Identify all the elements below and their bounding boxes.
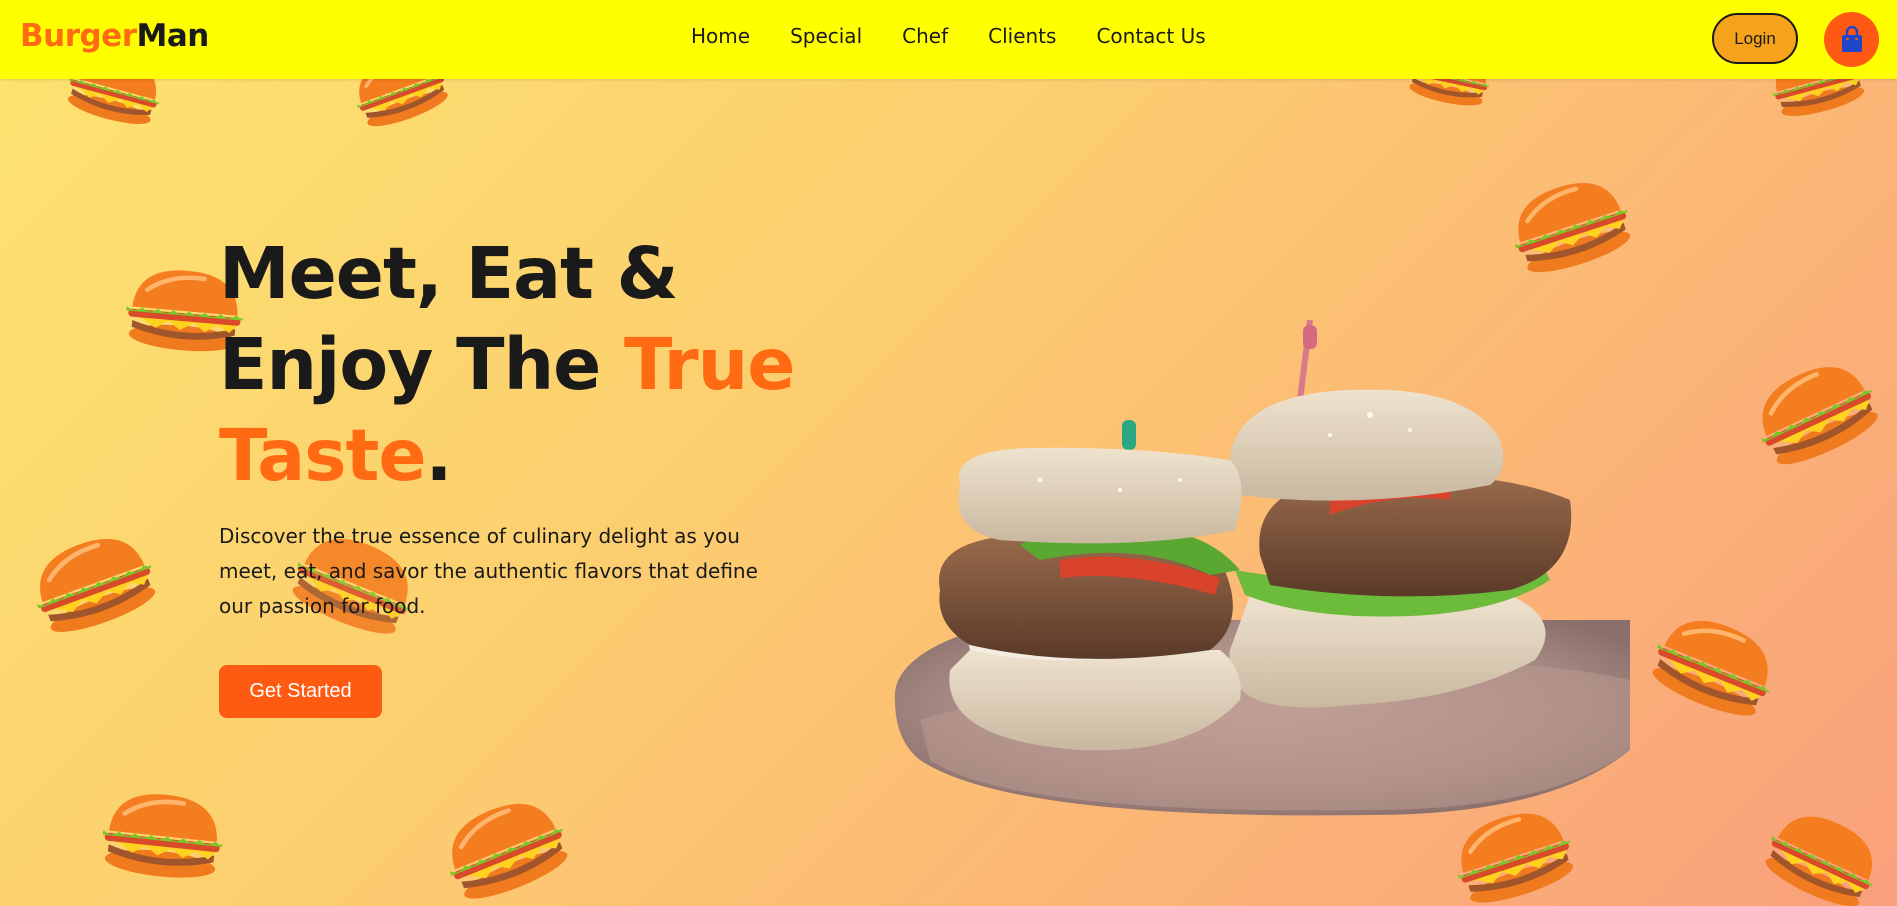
nav-link-chef[interactable]: Chef — [902, 24, 948, 48]
burger-icon — [102, 794, 223, 878]
burger-icon — [449, 804, 568, 899]
brand-name-part2: Man — [136, 18, 210, 54]
brand-logo[interactable]: BurgerMan — [20, 18, 209, 54]
hero-heading: Meet, Eat & Enjoy The True Taste. — [219, 228, 795, 501]
login-button[interactable]: Login — [1712, 13, 1798, 64]
burger-icon — [1761, 367, 1878, 465]
nav-link-contact-us[interactable]: Contact Us — [1096, 24, 1205, 48]
burger-plate-image — [894, 320, 1630, 816]
burger-icon — [1514, 183, 1631, 273]
nav-link-home[interactable]: Home — [691, 24, 750, 48]
burger-icon — [37, 538, 156, 632]
get-started-button[interactable]: Get Started — [219, 665, 382, 718]
shopping-bag-icon — [1841, 25, 1862, 52]
cart-button[interactable] — [1824, 12, 1879, 67]
hero-line-1: Meet, Eat & — [219, 232, 679, 315]
hero-period: . — [425, 414, 453, 497]
burger-icon — [1457, 813, 1574, 903]
main-nav: Home Special Chef Clients Contact Us — [691, 24, 1206, 48]
hero-highlight-true: True — [624, 323, 795, 406]
brand-name-part1: Burger — [20, 18, 137, 54]
navbar: BurgerMan Home Special Chef Clients Cont… — [0, 0, 1897, 79]
burger-icon — [1765, 816, 1873, 906]
hero-line-2: Enjoy The — [219, 323, 625, 406]
hero-description: Discover the true essence of culinary de… — [219, 524, 758, 618]
hero-highlight-taste: Taste — [219, 414, 427, 497]
burger-icon — [1652, 621, 1770, 716]
nav-link-clients[interactable]: Clients — [988, 24, 1056, 48]
nav-link-special[interactable]: Special — [790, 24, 862, 48]
